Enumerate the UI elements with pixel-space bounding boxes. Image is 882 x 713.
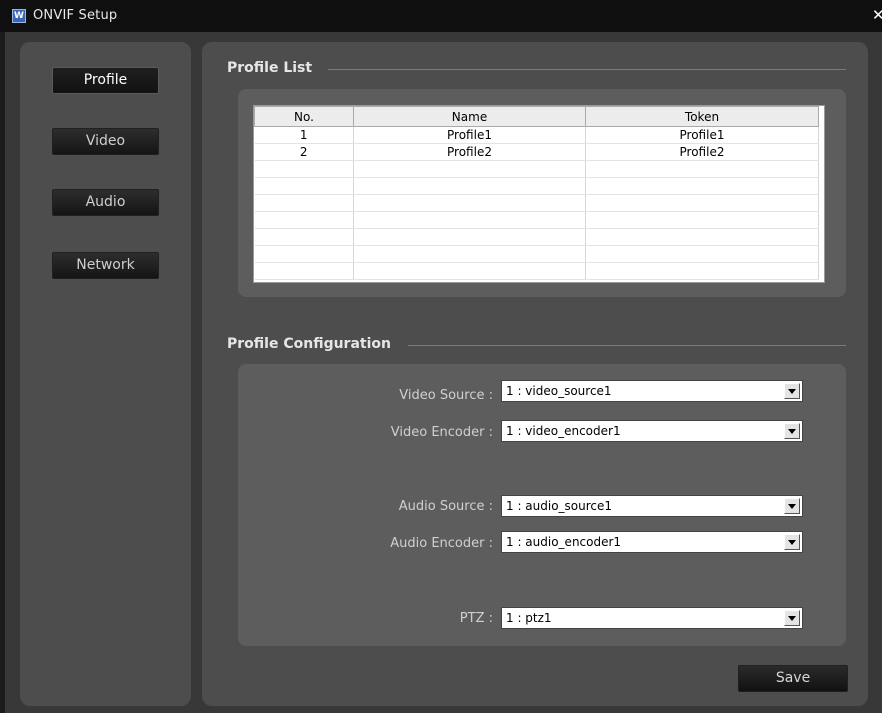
cell-token	[585, 177, 819, 195]
cell-name	[353, 245, 586, 263]
cell-no	[254, 262, 354, 280]
cell-no	[254, 228, 354, 246]
cell-name	[353, 177, 586, 195]
audio-source-label: Audio Source :	[398, 499, 493, 514]
cell-token	[585, 160, 819, 178]
table-row[interactable]: 2 Profile2 Profile2	[254, 143, 819, 161]
audio-encoder-select[interactable]: 1 : audio_encoder1	[501, 531, 803, 553]
sidebar-item-profile[interactable]: Profile	[52, 67, 159, 94]
cell-no	[254, 194, 354, 212]
table-row[interactable]	[254, 194, 819, 212]
cell-name: Profile2	[353, 143, 586, 161]
audio-encoder-label: Audio Encoder :	[390, 536, 493, 551]
video-encoder-select[interactable]: 1 : video_encoder1	[501, 420, 803, 442]
ptz-label: PTZ :	[459, 611, 493, 626]
audio-encoder-value: 1 : audio_encoder1	[506, 535, 622, 549]
window-title: ONVIF Setup	[33, 8, 118, 23]
cell-no: 2	[254, 143, 354, 161]
video-source-select[interactable]: 1 : video_source1	[501, 380, 803, 402]
table-row[interactable]	[254, 245, 819, 263]
sidebar-item-network[interactable]: Network	[52, 252, 159, 279]
column-header-name[interactable]: Name	[353, 106, 586, 127]
sidebar-item-video[interactable]: Video	[52, 128, 159, 155]
table-row[interactable]	[254, 262, 819, 280]
sidebar: Profile Video Audio Network	[20, 42, 191, 706]
cell-no	[254, 160, 354, 178]
section-divider	[408, 345, 846, 346]
save-button[interactable]: Save	[738, 665, 848, 692]
table-row[interactable]	[254, 211, 819, 229]
title-bar: W ONVIF Setup ✕	[0, 0, 882, 32]
profile-list-heading: Profile List	[227, 60, 313, 76]
audio-source-select[interactable]: 1 : audio_source1	[501, 495, 803, 517]
sidebar-item-audio[interactable]: Audio	[52, 189, 159, 216]
cell-token: Profile2	[585, 143, 819, 161]
cell-name: Profile1	[353, 126, 586, 144]
cell-name	[353, 194, 586, 212]
cell-no	[254, 211, 354, 229]
cell-name	[353, 160, 586, 178]
cell-token	[585, 262, 819, 280]
cell-name	[353, 262, 586, 280]
chevron-down-icon[interactable]	[784, 383, 800, 399]
cell-token	[585, 211, 819, 229]
chevron-down-icon[interactable]	[784, 534, 800, 550]
chevron-down-icon[interactable]	[784, 610, 800, 626]
cell-token	[585, 245, 819, 263]
app-logo-icon: W	[12, 9, 26, 23]
table-row[interactable]	[254, 177, 819, 195]
cell-token	[585, 228, 819, 246]
cell-no	[254, 177, 354, 195]
video-source-label: Video Source :	[399, 388, 493, 403]
cell-token	[585, 194, 819, 212]
section-divider	[328, 69, 846, 70]
table-row[interactable]: 1 Profile1 Profile1	[254, 126, 819, 144]
profile-table-grid: No. Name Token 1 Profile1 Profile1 2 Profil…	[254, 106, 819, 280]
cell-no	[254, 245, 354, 263]
cell-name	[353, 211, 586, 229]
table-header-row: No. Name Token	[254, 106, 819, 127]
ptz-select[interactable]: 1 : ptz1	[501, 607, 803, 629]
cell-no: 1	[254, 126, 354, 144]
chevron-down-icon[interactable]	[784, 423, 800, 439]
video-source-value: 1 : video_source1	[506, 384, 612, 398]
chevron-down-icon[interactable]	[784, 498, 800, 514]
ptz-value: 1 : ptz1	[506, 611, 552, 625]
column-header-token[interactable]: Token	[585, 106, 819, 127]
profile-config-heading: Profile Configuration	[227, 336, 391, 352]
table-row[interactable]	[254, 228, 819, 246]
close-icon[interactable]: ✕	[872, 6, 882, 24]
profile-table: No. Name Token 1 Profile1 Profile1 2 Profil…	[253, 105, 825, 283]
column-header-no[interactable]: No.	[254, 106, 354, 127]
cell-name	[353, 228, 586, 246]
audio-source-value: 1 : audio_source1	[506, 499, 613, 513]
video-encoder-value: 1 : video_encoder1	[506, 424, 621, 438]
cell-token: Profile1	[585, 126, 819, 144]
video-encoder-label: Video Encoder :	[390, 425, 493, 440]
table-row[interactable]	[254, 160, 819, 178]
